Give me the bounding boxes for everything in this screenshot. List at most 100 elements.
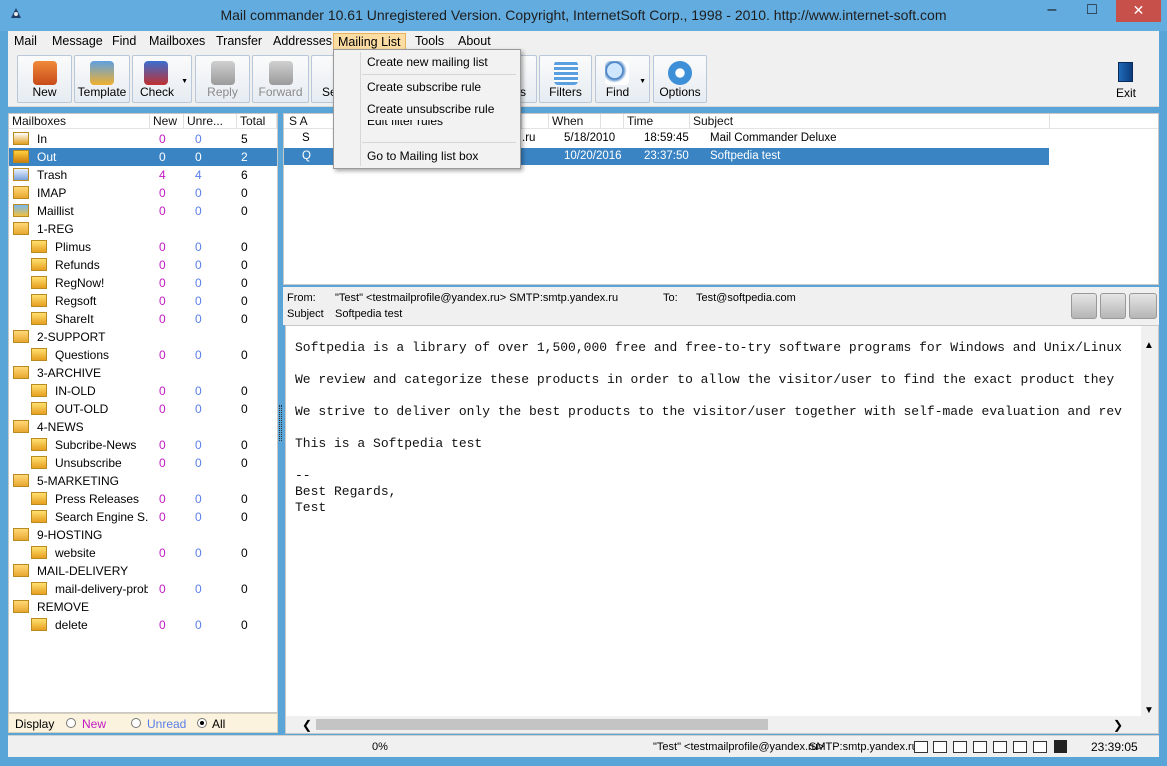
column-total[interactable]: Total [237,114,277,129]
mailbox-group[interactable]: 1-REG [9,220,277,238]
layout-icon[interactable] [933,741,947,753]
horizontal-scrollbar[interactable]: ❮ ❯ [286,716,1158,733]
mailbox-group[interactable]: 9-HOSTING [9,526,277,544]
layout-icon[interactable] [953,741,967,753]
maximize-button[interactable]: □ [1077,0,1107,22]
column-when[interactable]: When [548,114,624,129]
menu-message[interactable]: Message [48,33,107,50]
mailbox-row[interactable]: Search Engine S... 0 0 0 [9,508,277,526]
mailbox-row[interactable]: Plimus 0 0 0 [9,238,277,256]
mailbox-row[interactable]: Out 0 0 2 [9,148,277,166]
layout-icon[interactable] [914,741,928,753]
print-icon[interactable] [1129,293,1157,319]
column-time[interactable]: Time [624,114,690,129]
radio-all-label[interactable]: All [212,717,225,731]
menu-find[interactable]: Find [108,33,140,50]
menu-tools[interactable]: Tools [411,33,448,50]
reply-button[interactable]: Reply [195,55,250,103]
mailbox-row[interactable]: mail-delivery-prob... 0 0 0 [9,580,277,598]
layout-icon[interactable] [1033,741,1047,753]
close-button[interactable]: ✕ [1116,0,1161,22]
mailbox-row[interactable]: Maillist 0 0 0 [9,202,277,220]
radio-unread-label[interactable]: Unread [147,717,186,731]
mailbox-row[interactable]: Trash 4 4 6 [9,166,277,184]
radio-new-label[interactable]: New [82,717,106,731]
mailbox-row[interactable]: Refunds 0 0 0 [9,256,277,274]
mailbox-group[interactable]: 2-SUPPORT [9,328,277,346]
minimize-button[interactable]: – [1037,0,1067,22]
mailbox-total-count: 0 [241,204,248,218]
menuitem-create-mailing-list[interactable]: Create new mailing list [367,55,488,69]
column-unread[interactable]: Unre... [184,114,237,129]
scroll-down-icon[interactable]: ▼ [1144,705,1154,716]
mailbox-unread-count: 0 [195,402,202,416]
refresh-icon[interactable] [1100,293,1126,319]
menuitem-go-to-mailing-list-box[interactable]: Go to Mailing list box [367,149,478,163]
pane-splitter[interactable] [279,405,282,441]
column-mailboxes[interactable]: Mailboxes [9,114,150,129]
mailbox-group[interactable]: 5-MARKETING [9,472,277,490]
mailbox-row[interactable]: IN-OLD 0 0 0 [9,382,277,400]
mailbox-row[interactable]: ShareIt 0 0 0 [9,310,277,328]
check-button[interactable]: Check ▼ [132,55,192,103]
mailbox-row[interactable]: Regsoft 0 0 0 [9,292,277,310]
menu-mail[interactable]: Mail [10,33,41,50]
mailbox-name: MAIL-DELIVERY [37,564,129,578]
mail-folder-icon [31,276,47,289]
menu-mailing-list[interactable]: Mailing List [333,33,406,50]
template-button[interactable]: Template [74,55,130,103]
mailbox-group[interactable]: MAIL-DELIVERY [9,562,277,580]
mailbox-row[interactable]: Press Releases 0 0 0 [9,490,277,508]
column-new[interactable]: New [150,114,184,129]
options-button[interactable]: Options [653,55,707,103]
save-icon[interactable] [1054,740,1067,753]
mailbox-row[interactable]: Questions 0 0 0 [9,346,277,364]
mailbox-row[interactable]: Unsubscribe 0 0 0 [9,454,277,472]
menu-mailboxes[interactable]: Mailboxes [145,33,209,50]
mailbox-row[interactable]: delete 0 0 0 [9,616,277,634]
layout-icon[interactable] [993,741,1007,753]
layout-icon[interactable] [1013,741,1027,753]
forward-button[interactable]: Forward [252,55,309,103]
find-button[interactable]: Find ▼ [595,55,650,103]
dropdown-arrow-icon[interactable]: ▼ [181,78,188,85]
exit-button[interactable]: Exit [1103,55,1149,103]
mailbox-row[interactable]: OUT-OLD 0 0 0 [9,400,277,418]
radio-unread[interactable] [131,718,141,728]
filters-button[interactable]: Filters [539,55,592,103]
menuitem-create-subscribe-rule[interactable]: Create subscribe rule [367,80,481,94]
mailbox-row[interactable]: Subcribe-News 0 0 0 [9,436,277,454]
menu-addresses[interactable]: Addresses [269,33,336,50]
menuitem-edit-filter-rules[interactable]: Edit filter rules [367,120,443,128]
scroll-left-icon[interactable]: ❮ [302,718,312,732]
mailbox-new-count: 4 [159,168,166,182]
scroll-right-icon[interactable]: ❯ [1113,718,1123,732]
mailbox-group[interactable]: REMOVE [9,598,277,616]
mailbox-row[interactable]: In 0 0 5 [9,130,277,148]
mailbox-group[interactable]: 4-NEWS [9,418,277,436]
message-body[interactable]: Softpedia is a library of over 1,500,000… [285,325,1159,734]
dropdown-arrow-icon[interactable]: ▼ [639,78,646,85]
layout-icon[interactable] [973,741,987,753]
mailbox-unread-count: 0 [195,258,202,272]
scroll-up-icon[interactable]: ▲ [1144,340,1154,351]
scroll-thumb[interactable] [316,719,768,730]
radio-all[interactable] [197,718,207,728]
mailbox-row[interactable]: website 0 0 0 [9,544,277,562]
mailbox-row[interactable]: IMAP 0 0 0 [9,184,277,202]
mailbox-new-count: 0 [159,582,166,596]
folder-icon [13,186,29,199]
menu-transfer[interactable]: Transfer [212,33,266,50]
menuitem-create-unsubscribe-rule[interactable]: Create unsubscribe rule [367,102,494,116]
column-subject[interactable]: Subject [690,114,1050,129]
menu-about[interactable]: About [454,33,495,50]
vertical-scrollbar[interactable]: ▲ ▼ [1141,326,1158,718]
mailbox-row[interactable]: RegNow! 0 0 0 [9,274,277,292]
mailbox-name: Refunds [55,258,100,272]
mailbox-group[interactable]: 3-ARCHIVE [9,364,277,382]
attachment-icon[interactable] [1071,293,1097,319]
mailbox-name: In [37,132,48,146]
exit-door-icon [1118,62,1133,82]
radio-new[interactable] [66,718,76,728]
new-button[interactable]: New [17,55,72,103]
